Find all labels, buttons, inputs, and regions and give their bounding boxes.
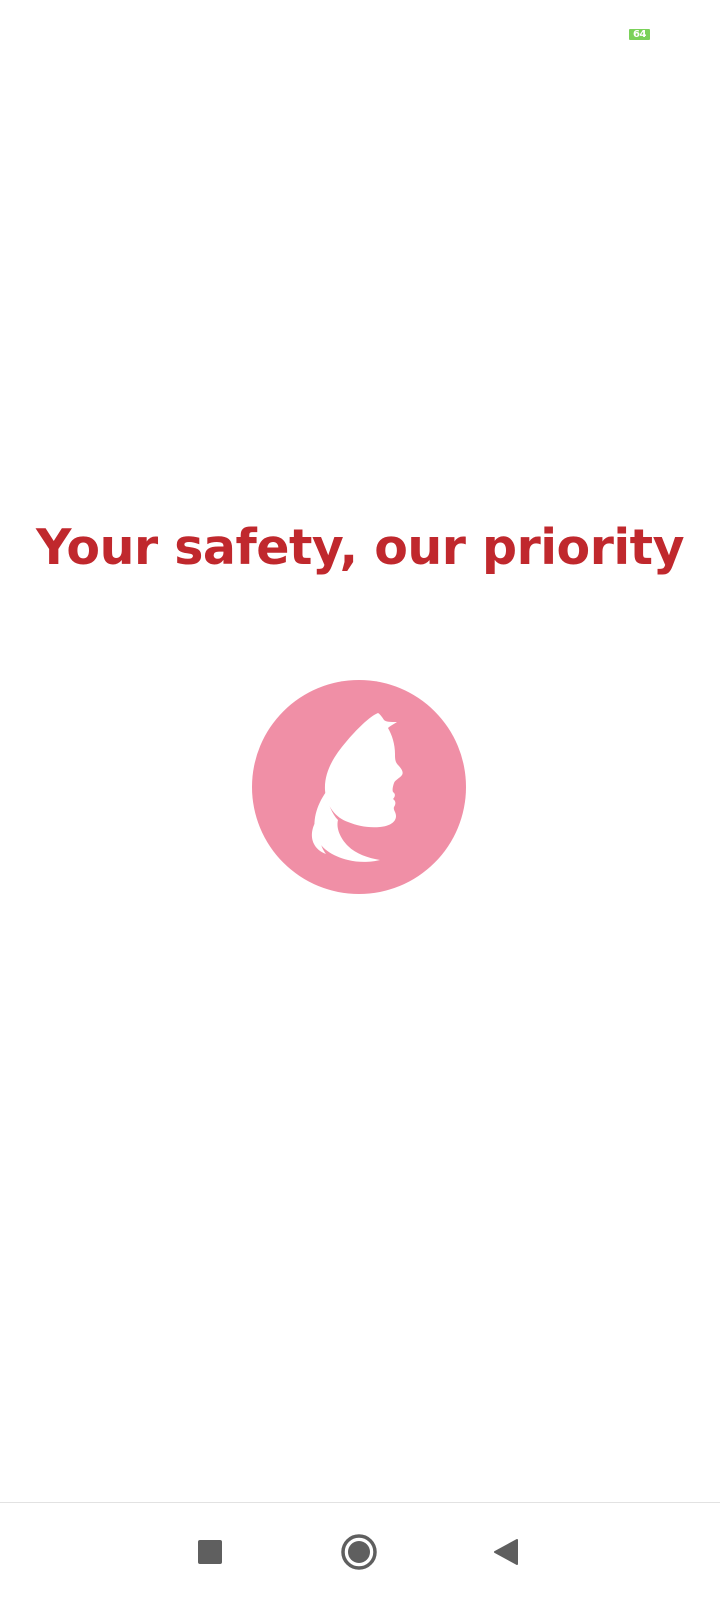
woman-profile-icon bbox=[252, 680, 466, 894]
square-icon bbox=[198, 1540, 222, 1564]
triangle-back-icon bbox=[494, 1539, 518, 1565]
back-button[interactable] bbox=[466, 1503, 546, 1601]
battery-level: 64 bbox=[633, 29, 646, 40]
status-bar: 64 bbox=[0, 0, 720, 60]
tagline: Your safety, our priority bbox=[35, 519, 685, 576]
circle-icon bbox=[341, 1534, 377, 1570]
battery-icon: 64 bbox=[629, 29, 650, 40]
navigation-bar bbox=[0, 1502, 720, 1601]
app-logo bbox=[252, 680, 466, 894]
recents-button[interactable] bbox=[170, 1503, 250, 1601]
home-button[interactable] bbox=[319, 1503, 399, 1601]
